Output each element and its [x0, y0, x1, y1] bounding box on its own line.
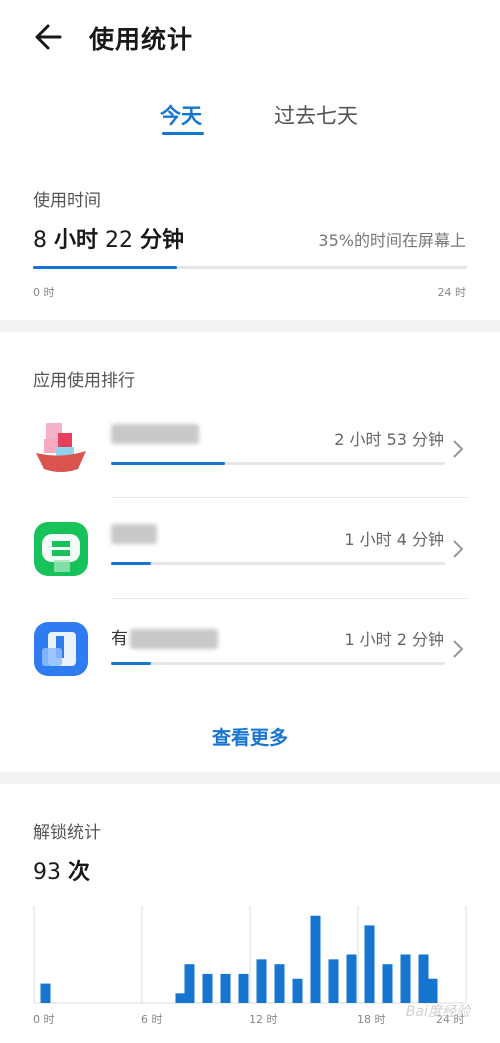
chart-bar — [220, 973, 231, 1003]
chart-bar — [400, 954, 411, 1003]
app-row[interactable]: 1 小时 4 分钟 — [0, 502, 500, 602]
usage-hours-unit: 小时 — [54, 228, 99, 253]
chart-bar — [292, 978, 303, 1003]
page-title: 使用统计 — [89, 25, 194, 54]
app-row[interactable]: 2 小时 53 分钟 — [0, 402, 500, 502]
usage-progress-track — [33, 266, 467, 269]
usage-minutes-unit: 分钟 — [140, 228, 185, 253]
chevron-right-icon — [453, 640, 464, 658]
app-name-blurred — [111, 424, 199, 444]
chart-bar — [175, 993, 186, 1003]
app-progress-track — [111, 562, 445, 565]
app-progress-fill — [111, 562, 152, 565]
usage-axis-start: 0 时 — [33, 286, 55, 299]
tab-bar: 今天 过去七天 — [0, 80, 500, 150]
app-progress-track — [111, 662, 445, 665]
chevron-right-icon — [453, 540, 464, 558]
chart-bar — [346, 954, 357, 1003]
chart-bar — [40, 983, 51, 1003]
row-divider — [111, 598, 468, 599]
blurred-name-mask — [130, 629, 218, 649]
unlock-stats-card: 解锁统计 93 次 0 时6 时 12 时 18 时 24 时 Bai度经验 — [0, 784, 500, 1043]
app-icon-blue-note — [34, 622, 88, 676]
usage-time-card: 使用时间 8 小时 22 分钟 35%的时间在屏幕上 0 时 24 时 — [0, 150, 500, 320]
blurred-name-mask — [111, 424, 199, 444]
chart-bar — [427, 978, 438, 1003]
blurred-name-mask — [111, 524, 157, 544]
chart-bar — [310, 915, 321, 1003]
app-usage-time: 2 小时 53 分钟 — [334, 430, 444, 449]
app-name-visible-char: 有 — [111, 629, 128, 649]
app-name-blurred — [111, 524, 157, 544]
chart-bar — [256, 959, 267, 1003]
chart-bar — [202, 973, 213, 1003]
usage-hours: 8 — [33, 228, 47, 253]
chart-tick-label: 18 时 — [357, 1013, 386, 1026]
view-more-link[interactable]: 查看更多 — [0, 723, 500, 750]
chevron-right-icon — [453, 440, 464, 458]
usage-section-label: 使用时间 — [33, 191, 101, 211]
chart-bar — [382, 964, 393, 1003]
app-ranking-label: 应用使用排行 — [33, 371, 135, 391]
app-progress-track — [111, 462, 445, 465]
app-progress-fill — [111, 462, 225, 465]
chart-bar — [418, 954, 429, 1003]
row-divider — [111, 497, 468, 498]
tab-today[interactable]: 今天 — [160, 100, 202, 130]
top-bar: 使用统计 — [0, 0, 500, 80]
arrow-left-icon — [35, 24, 62, 50]
app-usage-time: 1 小时 2 分钟 — [344, 630, 444, 649]
watermark: Bai度经验 — [405, 1004, 470, 1020]
app-usage-time: 1 小时 4 分钟 — [344, 530, 444, 549]
tab-past-seven-days[interactable]: 过去七天 — [274, 100, 358, 130]
app-icon-green-chat — [34, 522, 88, 576]
chart-bar — [238, 973, 249, 1003]
app-icon-blurred-pink — [34, 423, 88, 477]
usage-total: 8 小时 22 分钟 — [33, 222, 184, 254]
chart-bar — [364, 925, 375, 1003]
app-row[interactable]: 有 1 小时 2 分钟 — [0, 602, 500, 702]
app-progress-fill — [111, 662, 152, 665]
chart-tick-label: 12 时 — [249, 1013, 278, 1026]
app-name-partial: 有 — [111, 624, 218, 649]
active-tab-indicator — [162, 132, 204, 135]
chart-tick-label: 6 时 — [141, 1013, 163, 1026]
app-ranking-card: 应用使用排行 2 小时 53 分钟 1 小时 4 分钟 有 1 小时 2 分钟 … — [0, 332, 500, 772]
chart-bar — [184, 964, 195, 1003]
chart-bar — [328, 959, 339, 1003]
usage-axis-end: 24 时 — [437, 286, 467, 299]
back-button[interactable] — [30, 19, 70, 55]
chart-tick-label: 0 时 — [33, 1013, 55, 1026]
usage-progress-fill — [33, 266, 178, 269]
screen-ratio-text: 35%的时间在屏幕上 — [318, 231, 466, 250]
chart-bar — [274, 964, 285, 1003]
usage-minutes: 22 — [105, 228, 134, 253]
